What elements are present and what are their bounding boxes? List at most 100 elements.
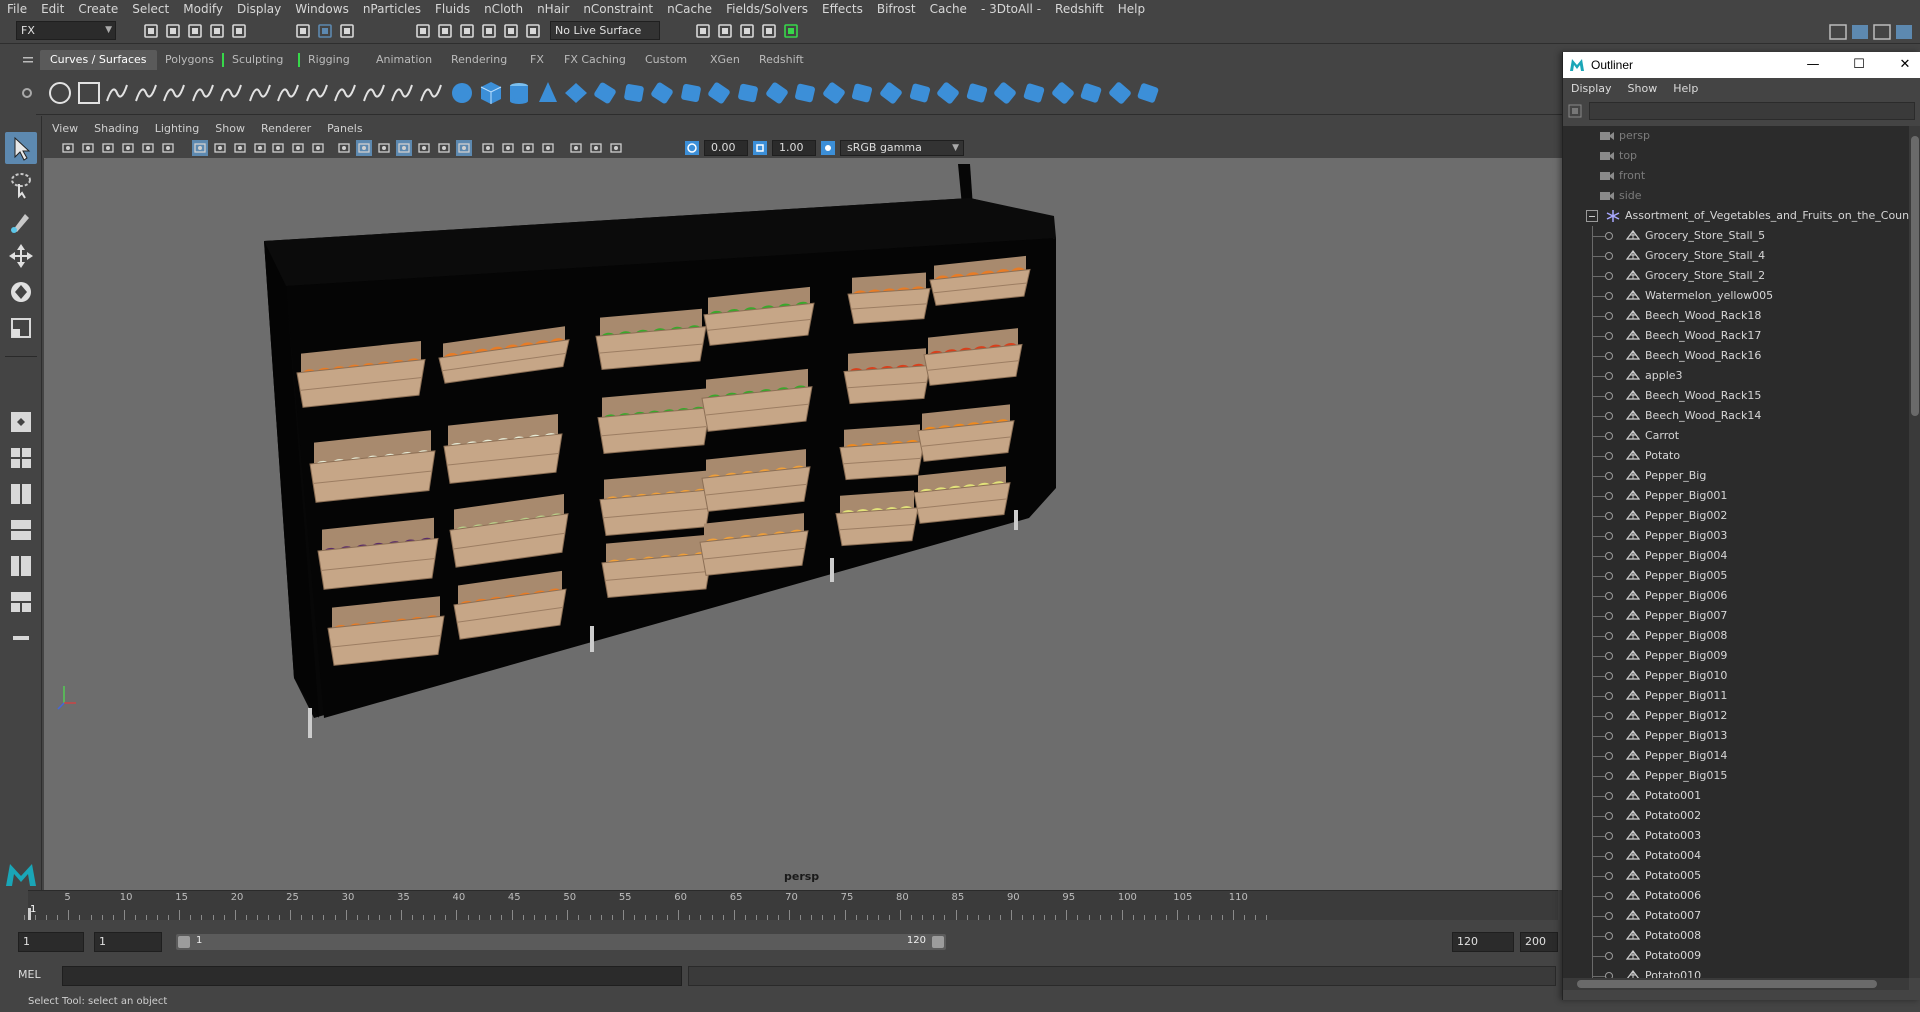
expand-circle-icon[interactable] xyxy=(1605,252,1613,260)
outliner-item[interactable]: Pepper_Big012 xyxy=(1563,706,1909,726)
outliner-item[interactable]: Potato003 xyxy=(1563,826,1909,846)
outliner-item[interactable]: Pepper_Big015 xyxy=(1563,766,1909,786)
offset-curve-icon[interactable] xyxy=(417,79,445,107)
outliner-item[interactable]: Grocery_Store_Stall_4 xyxy=(1563,246,1909,266)
bevel-plus-icon[interactable] xyxy=(848,79,876,107)
menu-select[interactable]: Select xyxy=(125,0,176,18)
new-scene-icon[interactable] xyxy=(142,22,160,40)
select-object-icon[interactable] xyxy=(316,22,334,40)
screen-space-ao-icon[interactable] xyxy=(456,140,472,156)
safe-action-icon[interactable] xyxy=(290,140,306,156)
expand-circle-icon[interactable] xyxy=(1605,772,1613,780)
viewport-menu-shading[interactable]: Shading xyxy=(86,122,147,135)
expand-circle-icon[interactable] xyxy=(1605,332,1613,340)
expand-circle-icon[interactable] xyxy=(1605,472,1613,480)
outliner-item[interactable]: Pepper_Big xyxy=(1563,466,1909,486)
expand-circle-icon[interactable] xyxy=(1605,712,1613,720)
expand-circle-icon[interactable] xyxy=(1605,912,1613,920)
outliner-menu-display[interactable]: Display xyxy=(1563,82,1620,95)
viewport-menu-show[interactable]: Show xyxy=(207,122,253,135)
hypershade-icon[interactable] xyxy=(782,22,800,40)
color-management-icon[interactable] xyxy=(820,140,836,156)
isolate-select-icon[interactable] xyxy=(540,140,556,156)
snap-pivot-icon[interactable] xyxy=(524,22,542,40)
time-slider[interactable]: 5 10 15 20 25 30 35 40 45 50 55 60 65 70 75 80 85 90 95 100… xyxy=(24,890,1558,920)
filter-icon[interactable] xyxy=(1568,104,1582,118)
scrollbar-thumb[interactable] xyxy=(1577,980,1877,988)
snap-grid-icon[interactable] xyxy=(414,22,432,40)
rotate-tool[interactable] xyxy=(5,276,37,308)
outliner-item[interactable]: Potato004 xyxy=(1563,846,1909,866)
expand-circle-icon[interactable] xyxy=(1605,792,1613,800)
select-tool[interactable] xyxy=(5,132,37,164)
outliner-item[interactable]: Potato001 xyxy=(1563,786,1909,806)
range-end-handle[interactable] xyxy=(932,936,944,948)
expand-circle-icon[interactable] xyxy=(1605,932,1613,940)
attach-curves-icon[interactable] xyxy=(303,79,331,107)
animation-end-field[interactable]: 200 xyxy=(1520,932,1558,952)
attach-surfaces-icon[interactable] xyxy=(963,79,991,107)
tab-redshift[interactable]: Redshift xyxy=(749,50,814,70)
outliner-search-input[interactable] xyxy=(1589,102,1915,120)
menu-redshift[interactable]: Redshift xyxy=(1048,0,1111,18)
animation-start-field[interactable]: 1 xyxy=(18,932,84,952)
menu-help[interactable]: Help xyxy=(1111,0,1152,18)
outliner-horizontal-scrollbar[interactable] xyxy=(1563,978,1909,990)
color-space-selector[interactable]: sRGB gamma ▼ xyxy=(840,140,964,156)
tab-custom[interactable]: Custom xyxy=(635,50,697,70)
tab-rendering[interactable]: Rendering xyxy=(441,50,517,70)
square-surface-icon[interactable] xyxy=(791,79,819,107)
outliner-item[interactable]: Beech_Wood_Rack18 xyxy=(1563,306,1909,326)
menuset-selector[interactable]: FX ▼ xyxy=(16,21,116,40)
outliner-camera-side[interactable]: side xyxy=(1563,186,1909,206)
nurbs-torus-icon[interactable] xyxy=(591,79,619,107)
expand-circle-icon[interactable] xyxy=(1605,532,1613,540)
viewport-menu-lighting[interactable]: Lighting xyxy=(147,122,207,135)
sculpt-geometry-icon[interactable] xyxy=(1106,79,1134,107)
tab-fx[interactable]: FX xyxy=(520,50,554,70)
extend-surface-icon[interactable] xyxy=(1049,79,1077,107)
nurbs-cube-icon[interactable] xyxy=(477,79,505,107)
maximize-button[interactable]: ☐ xyxy=(1849,55,1869,75)
trim-tool-icon[interactable] xyxy=(906,79,934,107)
bevel-icon[interactable] xyxy=(820,79,848,107)
expand-circle-icon[interactable] xyxy=(1605,372,1613,380)
menu-effects[interactable]: Effects xyxy=(815,0,870,18)
shelf-settings-icon[interactable] xyxy=(20,86,34,100)
anti-aliasing-icon[interactable] xyxy=(500,140,516,156)
outliner-menu-help[interactable]: Help xyxy=(1665,82,1706,95)
bookmark-icon[interactable] xyxy=(100,140,116,156)
playback-end-field[interactable]: 120 xyxy=(1452,932,1514,952)
loft-icon[interactable] xyxy=(648,79,676,107)
side-by-side-layout-icon[interactable] xyxy=(5,478,37,510)
default-material-icon[interactable] xyxy=(376,140,392,156)
menu-bifrost[interactable]: Bifrost xyxy=(870,0,923,18)
snap-point-icon[interactable] xyxy=(458,22,476,40)
cv-curve-icon[interactable] xyxy=(103,79,131,107)
detach-surfaces-icon[interactable] xyxy=(991,79,1019,107)
outliner-item[interactable]: Pepper_Big006 xyxy=(1563,586,1909,606)
stacked-layout-icon[interactable] xyxy=(5,514,37,546)
outliner-item[interactable]: Pepper_Big010 xyxy=(1563,666,1909,686)
outliner-camera-top[interactable]: top xyxy=(1563,146,1909,166)
nurbs-square-icon[interactable] xyxy=(75,79,103,107)
expand-circle-icon[interactable] xyxy=(1605,832,1613,840)
render-settings-icon[interactable] xyxy=(760,22,778,40)
outliner-item[interactable]: Beech_Wood_Rack14 xyxy=(1563,406,1909,426)
perspective-viewport[interactable]: persp xyxy=(44,158,1562,890)
outliner-vertical-scrollbar[interactable] xyxy=(1909,126,1920,978)
field-chart-icon[interactable] xyxy=(270,140,286,156)
graph-layout-icon[interactable] xyxy=(5,586,37,618)
menu-edit[interactable]: Edit xyxy=(34,0,71,18)
outliner-item[interactable]: Beech_Wood_Rack15 xyxy=(1563,386,1909,406)
expand-circle-icon[interactable] xyxy=(1605,672,1613,680)
tab-rigging[interactable]: Rigging xyxy=(298,50,360,70)
expand-circle-icon[interactable] xyxy=(1605,872,1613,880)
exposure-icon[interactable] xyxy=(684,140,700,156)
outliner-camera-persp[interactable]: persp xyxy=(1563,126,1909,146)
cut-curve-icon[interactable] xyxy=(246,79,274,107)
outliner-item[interactable]: Pepper_Big002 xyxy=(1563,506,1909,526)
range-start-handle[interactable] xyxy=(178,936,190,948)
custom-layout-icon[interactable] xyxy=(5,622,37,654)
extrude-icon[interactable] xyxy=(705,79,733,107)
